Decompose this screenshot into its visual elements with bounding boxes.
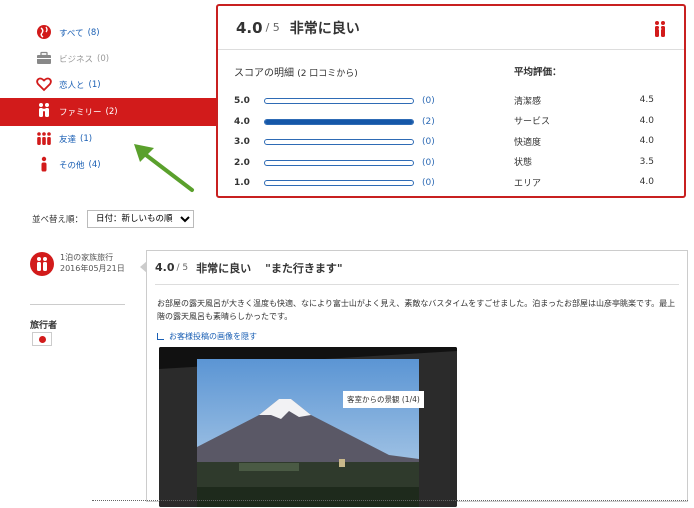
- heart-icon: [36, 77, 52, 92]
- average-row: 状態 3.5: [514, 152, 654, 173]
- hide-photos-label: お客様投稿の画像を隠す: [169, 332, 257, 341]
- breakdown-bar-fill: [265, 119, 413, 124]
- filter-count: (4): [88, 160, 101, 170]
- average-value: 4.0: [639, 115, 654, 126]
- breakdown-row[interactable]: 1.0 (0): [234, 173, 484, 194]
- divider: [30, 304, 125, 305]
- average-row: エリア 4.0: [514, 172, 654, 193]
- filter-all[interactable]: すべて (8): [0, 20, 220, 46]
- review-score: 4.0: [155, 261, 175, 274]
- breakdown-title-text: スコアの明細: [234, 68, 294, 79]
- friends-icon: [37, 132, 51, 145]
- sort-control: 並べ替え順： 日付：新しいもの順: [32, 210, 195, 228]
- hide-photos-link[interactable]: お客様投稿の画像を隠す: [157, 330, 677, 343]
- person-icon: [41, 156, 47, 172]
- average-label: 清潔感: [514, 96, 542, 107]
- sort-label: 並べ替え順：: [32, 215, 84, 225]
- filter-label: 恋人と: [59, 81, 85, 91]
- sort-select[interactable]: 日付：新しいもの順: [87, 210, 195, 228]
- breakdown-review-count: (2 口コミから): [297, 69, 358, 79]
- breakdown-bar: [264, 118, 414, 125]
- breakdown-row[interactable]: 3.0 (0): [234, 132, 484, 153]
- average-ratings: 平均評価： 清潔感 4.5 サービス 4.0 快適度 4.0 状態 3.5 エリア 4.0: [514, 64, 654, 193]
- filter-count: (1): [80, 134, 93, 144]
- average-value: 4.5: [639, 95, 654, 106]
- breakdown-bar: [264, 98, 414, 105]
- overall-verdict: 非常に良い: [289, 20, 360, 37]
- photo-caption: 客室からの景観 (1/4): [343, 391, 424, 408]
- summary-header: 4.0 / 5 非常に良い: [218, 6, 684, 50]
- filter-business[interactable]: ビジネス (0): [0, 46, 220, 72]
- review-text: お部屋の露天風呂が大きく温度も快適、なにより富士山がよく見え、素敵なバスタイムを…: [157, 299, 676, 321]
- filter-count: (0): [97, 54, 110, 64]
- score-breakdown: スコアの明細 (2 口コミから) 5.0 (0) 4.0 (2) 3.0 (0)…: [234, 64, 484, 194]
- overall-score: 4.0: [236, 18, 263, 37]
- filter-count: (8): [87, 28, 100, 38]
- filter-label: 友達: [59, 135, 77, 145]
- review-body: お部屋の露天風呂が大きく温度も快適、なにより富士山がよく見え、素敵なバスタイムを…: [147, 285, 687, 343]
- japan-flag-icon: [32, 332, 52, 346]
- filter-count: (1): [88, 80, 101, 90]
- family-icon: [655, 21, 665, 37]
- corner-arrow-icon: [157, 333, 164, 340]
- breakdown-score-label: 2.0: [234, 157, 250, 168]
- average-label: エリア: [514, 178, 542, 189]
- review-date: 2016年05月21日: [60, 264, 125, 273]
- breakdown-count: (2): [422, 116, 435, 127]
- breakdown-row[interactable]: 5.0 (0): [234, 91, 484, 112]
- average-row: 快適度 4.0: [514, 131, 654, 152]
- breakdown-row[interactable]: 2.0 (0): [234, 153, 484, 174]
- breakdown-score-label: 1.0: [234, 178, 250, 189]
- breakdown-row[interactable]: 4.0 (2): [234, 112, 484, 133]
- average-label: 快適度: [514, 137, 542, 148]
- average-row: 清潔感 4.5: [514, 90, 654, 111]
- breakdown-bar: [264, 159, 414, 166]
- average-row: サービス 4.0: [514, 111, 654, 132]
- divider: [92, 500, 688, 501]
- averages-title: 平均評価：: [514, 67, 562, 78]
- filter-label: すべて: [59, 29, 84, 39]
- score-outof: / 5: [265, 21, 280, 34]
- average-value: 4.0: [639, 177, 654, 188]
- breakdown-score-label: 5.0: [234, 96, 250, 107]
- traveler-label: 旅行者: [30, 321, 58, 331]
- filter-couples[interactable]: 恋人と (1): [0, 72, 220, 98]
- average-label: 状態: [514, 158, 533, 169]
- briefcase-icon: [37, 51, 51, 64]
- family-icon: [37, 257, 47, 271]
- breakdown-count: (0): [422, 178, 435, 189]
- rating-summary: 4.0 / 5 非常に良い スコアの明細 (2 口コミから) 5.0 (0) 4…: [216, 4, 686, 198]
- review-meta: 1泊の家族旅行 2016年05月21日: [60, 252, 130, 274]
- average-value: 3.5: [639, 156, 654, 167]
- average-label: サービス: [514, 117, 551, 128]
- review-header: 4.0 / 5 非常に良い "また行きます": [155, 251, 679, 285]
- breakdown-bar: [264, 139, 414, 146]
- filter-count: (2): [105, 107, 118, 117]
- avatar: [30, 252, 54, 276]
- annotation-arrow: [134, 144, 194, 192]
- review-photo[interactable]: [159, 347, 457, 507]
- filter-family[interactable]: ファミリー (2): [0, 98, 220, 126]
- filter-label: その他: [59, 161, 85, 171]
- mount-fuji-photo: [159, 347, 457, 507]
- breakdown-count: (0): [422, 157, 435, 168]
- breakdown-score-label: 4.0: [234, 116, 250, 127]
- filter-label: ビジネス: [59, 55, 94, 65]
- breakdown-score-label: 3.0: [234, 137, 250, 148]
- review-score-outof: / 5: [176, 262, 189, 273]
- breakdown-bar: [264, 180, 414, 187]
- review-card: 4.0 / 5 非常に良い "また行きます" お部屋の露天風呂が大きく温度も快適…: [140, 250, 688, 507]
- review-title: "また行きます": [265, 261, 343, 275]
- average-value: 4.0: [639, 136, 654, 147]
- globe-icon: [37, 25, 51, 39]
- family-icon: [39, 103, 49, 117]
- trip-type: 1泊の家族旅行: [60, 253, 114, 262]
- breakdown-count: (0): [422, 137, 435, 148]
- breakdown-count: (0): [422, 96, 435, 107]
- filter-label: ファミリー: [59, 108, 102, 118]
- review-verdict: 非常に良い: [196, 261, 252, 275]
- breakdown-title: スコアの明細 (2 口コミから): [234, 64, 484, 79]
